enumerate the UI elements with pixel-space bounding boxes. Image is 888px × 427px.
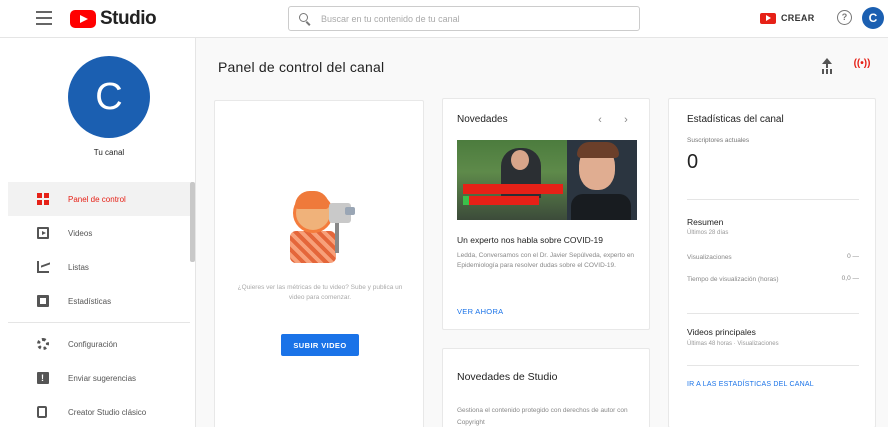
channel-name[interactable]: Tu canal bbox=[0, 148, 218, 157]
gear-icon bbox=[37, 338, 49, 350]
page-title: Panel de control del canal bbox=[218, 59, 385, 75]
channel-avatar[interactable]: C bbox=[68, 56, 150, 138]
stat-label: Visualizaciones bbox=[687, 254, 732, 261]
subscribers-label: Suscriptores actuales bbox=[687, 137, 750, 144]
summary-period: Últimos 28 días bbox=[687, 230, 729, 236]
sidebar-item-feedback[interactable]: Enviar sugerencias bbox=[0, 361, 190, 395]
studio-logo[interactable]: Studio bbox=[70, 8, 157, 30]
news-thumbnail[interactable] bbox=[457, 140, 637, 220]
left-edge bbox=[0, 38, 8, 427]
sidebar-item-label: Panel de control bbox=[68, 194, 126, 204]
sidebar-item-settings[interactable]: Configuración bbox=[0, 327, 190, 361]
upload-prompt-text: ¿Quieres ver las métricas de tu video? S… bbox=[237, 284, 403, 301]
sidebar-item-label: Estadísticas bbox=[68, 296, 112, 306]
summary-title: Resumen bbox=[687, 217, 724, 227]
sidebar-item-analytics[interactable]: Estadísticas bbox=[0, 284, 190, 318]
sidebar-item-classic-studio[interactable]: Creator Studio clásico bbox=[0, 395, 190, 427]
youtube-play-icon bbox=[70, 10, 96, 28]
studio-news-description: Gestiona el contenido protegido con dere… bbox=[457, 407, 628, 426]
hamburger-menu-icon[interactable] bbox=[36, 11, 52, 25]
news-headline[interactable]: Un experto nos habla sobre COVID-19 bbox=[457, 235, 641, 245]
account-avatar[interactable]: C bbox=[862, 7, 884, 29]
news-card: Novedades ‹ › Un experto nos habla sobre… bbox=[442, 98, 650, 330]
analytics-icon bbox=[37, 261, 49, 273]
create-label: CREAR bbox=[781, 13, 815, 23]
sidebar: C Tu canal Panel de control Videos Lista… bbox=[0, 38, 196, 427]
news-description: Ledda, Conversamos con el Dr. Javier Sep… bbox=[457, 252, 635, 269]
studio-news-card: Novedades de Studio Gestiona el contenid… bbox=[442, 348, 650, 427]
sidebar-item-playlists[interactable]: Listas bbox=[0, 250, 190, 284]
upload-video-button[interactable]: SUBIR VIDEO bbox=[281, 334, 359, 356]
dashboard-icon bbox=[37, 193, 49, 205]
search-bar[interactable] bbox=[288, 6, 640, 31]
chevron-right-icon[interactable]: › bbox=[619, 113, 633, 127]
stat-value: 0 — bbox=[847, 253, 859, 260]
divider bbox=[687, 313, 859, 314]
go-to-analytics-link[interactable]: IR A LAS ESTADÍSTICAS DEL CANAL bbox=[687, 381, 814, 388]
sidebar-item-label: Videos bbox=[68, 228, 93, 238]
divider bbox=[687, 365, 859, 366]
comments-icon bbox=[37, 295, 49, 307]
sidebar-item-label: Listas bbox=[68, 262, 89, 272]
sidebar-item-label: Enviar sugerencias bbox=[68, 373, 137, 383]
stat-value: 0,0 — bbox=[841, 275, 859, 282]
video-icon bbox=[37, 227, 49, 239]
watch-now-link[interactable]: VER AHORA bbox=[457, 307, 503, 316]
top-videos-subtitle: Últimas 48 horas · Visualizaciones bbox=[687, 341, 779, 347]
stats-card-title: Estadísticas del canal bbox=[687, 114, 784, 125]
go-live-icon[interactable]: ((•)) bbox=[852, 55, 872, 73]
sidebar-item-label: Configuración bbox=[68, 339, 118, 349]
top-bar: Studio CREAR ? C bbox=[0, 0, 888, 38]
feedback-icon bbox=[37, 372, 49, 384]
divider bbox=[687, 199, 859, 200]
studio-news-title: Novedades de Studio bbox=[457, 371, 558, 383]
sidebar-scrollbar[interactable] bbox=[190, 182, 195, 262]
sidebar-item-label: Creator Studio clásico bbox=[68, 407, 147, 417]
create-button[interactable]: CREAR bbox=[760, 8, 815, 28]
sidebar-item-dashboard[interactable]: Panel de control bbox=[0, 182, 190, 216]
upload-card: ¿Quieres ver las métricas de tu video? S… bbox=[214, 100, 424, 427]
chevron-left-icon[interactable]: ‹ bbox=[593, 113, 607, 127]
search-icon bbox=[299, 12, 311, 25]
upload-icon[interactable] bbox=[818, 55, 836, 73]
search-input[interactable] bbox=[321, 13, 621, 24]
top-videos-title: Videos principales bbox=[687, 327, 756, 337]
stat-label: Tiempo de visualización (horas) bbox=[687, 276, 779, 283]
logo-text: Studio bbox=[100, 8, 157, 29]
classic-studio-icon bbox=[37, 406, 47, 418]
help-icon[interactable]: ? bbox=[837, 10, 852, 25]
subscribers-value: 0 bbox=[687, 151, 699, 173]
sidebar-nav: Panel de control Videos Listas Estadísti… bbox=[0, 182, 190, 427]
news-card-title: Novedades bbox=[457, 114, 508, 125]
video-camera-icon bbox=[760, 12, 776, 24]
sidebar-item-videos[interactable]: Videos bbox=[0, 216, 190, 250]
upload-illustration bbox=[285, 189, 365, 269]
channel-stats-card: Estadísticas del canal Suscriptores actu… bbox=[668, 98, 876, 427]
nav-divider bbox=[0, 322, 190, 323]
